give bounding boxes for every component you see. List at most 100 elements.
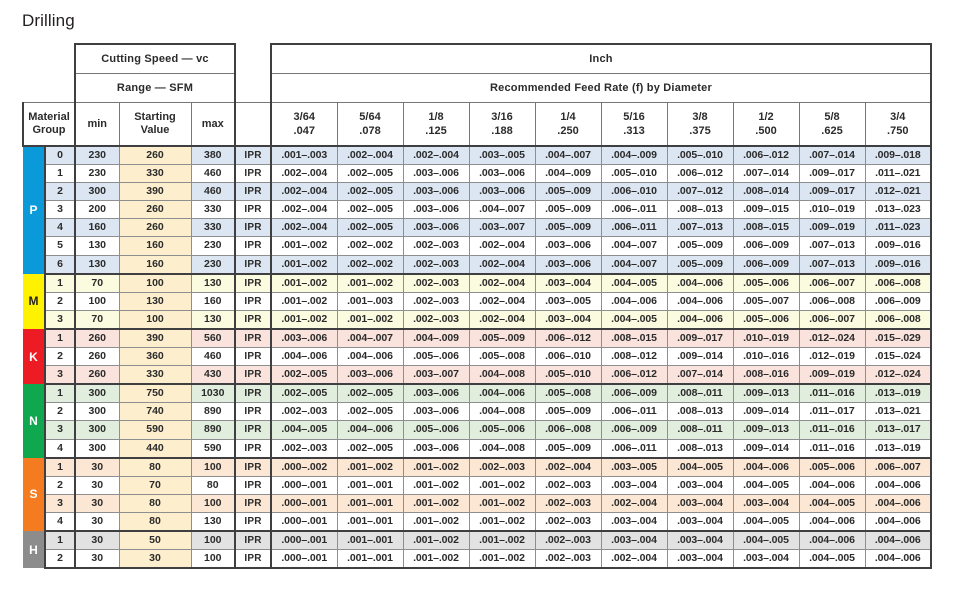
table-row[interactable]: 3 70 100 130 IPR .001–.002.001–.002.002–.003.… — [23, 309, 932, 330]
cell-feed-rate: .001–.002 — [468, 493, 536, 513]
cell-feed-rate: .003–.004 — [666, 493, 734, 513]
cell-feed-rate: .001–.002 — [402, 475, 470, 495]
cell-speed-min: 300 — [74, 383, 120, 404]
cell-speed-starting-value: 260 — [118, 200, 192, 220]
table-row[interactable]: 2 300 390 460 IPR .002–.004.002–.005.003–.006… — [23, 182, 932, 202]
header-starting-value-line2: Value — [140, 124, 170, 136]
cell-group-number: 1 — [44, 164, 76, 184]
cell-group-number: 3 — [44, 309, 76, 330]
cell-feed-rate: .006–.011 — [600, 200, 668, 220]
table-row[interactable]: 3 260 330 430 IPR .002–.005.003–.006.003–.007… — [23, 365, 932, 386]
table-row[interactable]: 2 100 130 160 IPR .001–.002.001–.003.002–.003… — [23, 291, 932, 311]
cell-speed-max: 890 — [190, 402, 236, 422]
material-group-swatch-p: P — [23, 146, 45, 274]
cell-speed-min: 260 — [74, 347, 120, 367]
cell-speed-min: 300 — [74, 420, 120, 440]
cell-feed-rate: .008–.012 — [600, 347, 668, 367]
cell-feed-rate: .003–.004 — [534, 309, 602, 330]
material-group-swatch-s: S — [23, 457, 45, 531]
cell-group-number: 2 — [44, 475, 76, 495]
header-diameter-1-decimal: .078 — [359, 125, 381, 137]
cell-speed-min: 300 — [74, 438, 120, 459]
table-row[interactable]: 1 230 330 460 IPR .002–.004.002–.005.003–.006… — [23, 164, 932, 184]
table-row[interactable]: S 1 30 80 100 IPR .000–.002.001–.002.001–.002.… — [23, 456, 932, 531]
cell-group-number: 2 — [44, 549, 76, 570]
cell-feed-rate: .013–.023 — [864, 200, 932, 220]
cell-feed-rate: .012–.019 — [798, 347, 866, 367]
cell-group-number: 6 — [44, 254, 76, 275]
table-row[interactable]: P 0 230 260 380 IPR .001–.003.002–.004.002–.00… — [23, 145, 932, 274]
cell-speed-min: 160 — [74, 218, 120, 238]
cell-group-number: 1 — [44, 383, 76, 404]
table-row[interactable]: 6 130 160 230 IPR .001–.002.002–.002.002–.003… — [23, 254, 932, 275]
cell-feed-rate: .005–.009 — [534, 218, 602, 238]
table-row[interactable]: 4 300 440 590 IPR .002–.003.002–.005.003–.006… — [23, 438, 932, 459]
cell-speed-starting-value: 130 — [118, 291, 192, 311]
cell-feed-rate: .003–.006 — [336, 365, 404, 386]
cell-feed-rate: .004–.006 — [270, 347, 338, 367]
table-row[interactable]: 3 200 260 330 IPR .002–.004.002–.005.003–.006… — [23, 200, 932, 220]
table-row[interactable]: N 1 300 750 1030 IPR .002–.005.002–.005.003–.0… — [23, 383, 932, 458]
header-diameter-3: 3/16 .188 — [468, 102, 536, 147]
cell-feed-unit: IPR — [234, 347, 272, 367]
table-row[interactable]: 2 30 70 80 IPR .000–.001.001–.001.001–.002.00… — [23, 475, 932, 495]
table-row[interactable]: 4 30 80 130 IPR .000–.001.001–.001.001–.002.0… — [23, 511, 932, 532]
table-row[interactable]: K 1 260 390 560 IPR .003–.006.004–.007.004–.00… — [23, 327, 932, 385]
page-title: Drilling — [22, 11, 75, 30]
cell-speed-max: 430 — [190, 365, 236, 386]
cell-feed-rate: .004–.009 — [600, 145, 668, 166]
cell-feed-unit: IPR — [234, 493, 272, 513]
cell-feed-unit: IPR — [234, 475, 272, 495]
header-diameter-1: 5/64 .078 — [336, 102, 404, 147]
table-row[interactable]: 2 260 360 460 IPR .004–.006.004–.006.005–.006… — [23, 347, 932, 367]
cell-speed-min: 70 — [74, 309, 120, 330]
cell-feed-rate: .004–.006 — [666, 309, 734, 330]
cell-feed-rate: .001–.002 — [270, 309, 338, 330]
cell-feed-rate: .009–.017 — [798, 182, 866, 202]
table-row[interactable]: 3 300 590 890 IPR .004–.005.004–.006.005–.006… — [23, 420, 932, 440]
header-diameter-5: 5/16 .313 — [600, 102, 668, 147]
header-diameter-3-fraction: 3/16 — [491, 111, 513, 123]
cell-speed-max: 130 — [190, 309, 236, 330]
table-row[interactable]: M 1 70 100 130 IPR .001–.002.001–.002.002–.003… — [23, 272, 932, 329]
header-diameter-7-fraction: 1/2 — [758, 111, 774, 123]
cell-feed-rate: .006–.009 — [600, 420, 668, 440]
cell-feed-rate: .002–.005 — [336, 182, 404, 202]
cell-feed-rate: .002–.004 — [270, 200, 338, 220]
cell-speed-starting-value: 160 — [118, 254, 192, 275]
cell-feed-rate: .015–.024 — [864, 347, 932, 367]
cell-feed-rate: .002–.004 — [600, 493, 668, 513]
cell-feed-rate: .010–.019 — [798, 200, 866, 220]
cell-feed-rate: .003–.006 — [402, 438, 470, 459]
cell-feed-rate: .001–.003 — [270, 145, 338, 166]
table-row[interactable]: 2 30 30 100 IPR .000–.001.001–.001.001–.002.0… — [23, 549, 932, 570]
cell-feed-rate: .001–.002 — [270, 236, 338, 256]
table-row[interactable]: 2 300 740 890 IPR .002–.003.002–.005.003–.006… — [23, 402, 932, 422]
cell-feed-rate: .004–.006 — [336, 420, 404, 440]
cell-feed-rate: .002–.004 — [468, 291, 536, 311]
cell-feed-rate: .002–.005 — [336, 218, 404, 238]
cell-feed-rate: .002–.004 — [468, 254, 536, 275]
cell-speed-starting-value: 80 — [118, 493, 192, 513]
table-row[interactable]: H 1 30 50 100 IPR .000–.001.001–.001.001–.002.… — [23, 529, 932, 569]
cell-feed-rate: .009–.014 — [732, 438, 800, 459]
header-unit-system: Inch — [270, 43, 932, 74]
cell-speed-starting-value: 360 — [118, 347, 192, 367]
cell-feed-rate: .009–.017 — [666, 327, 734, 349]
cell-feed-rate: .004–.009 — [534, 164, 602, 184]
cell-feed-rate: .004–.005 — [600, 272, 668, 293]
cell-feed-rate: .004–.009 — [402, 327, 470, 349]
table-row[interactable]: 4 160 260 330 IPR .002–.004.002–.005.003–.006… — [23, 218, 932, 238]
cell-group-number: 3 — [44, 365, 76, 386]
cell-feed-rate: .001–.002 — [402, 456, 470, 477]
table-row[interactable]: 5 130 160 230 IPR .001–.002.002–.002.002–.003… — [23, 236, 932, 256]
cell-feed-rate: .006–.008 — [864, 272, 932, 293]
material-group-swatch-k: K — [23, 328, 45, 385]
cell-speed-starting-value: 440 — [118, 438, 192, 459]
cell-speed-starting-value: 390 — [118, 182, 192, 202]
cell-feed-unit: IPR — [234, 456, 272, 477]
header-diameter-5-fraction: 5/16 — [623, 111, 645, 123]
table-row[interactable]: 3 30 80 100 IPR .000–.001.001–.001.001–.002.0… — [23, 493, 932, 513]
cell-feed-rate: .001–.002 — [468, 475, 536, 495]
cell-speed-min: 300 — [74, 182, 120, 202]
